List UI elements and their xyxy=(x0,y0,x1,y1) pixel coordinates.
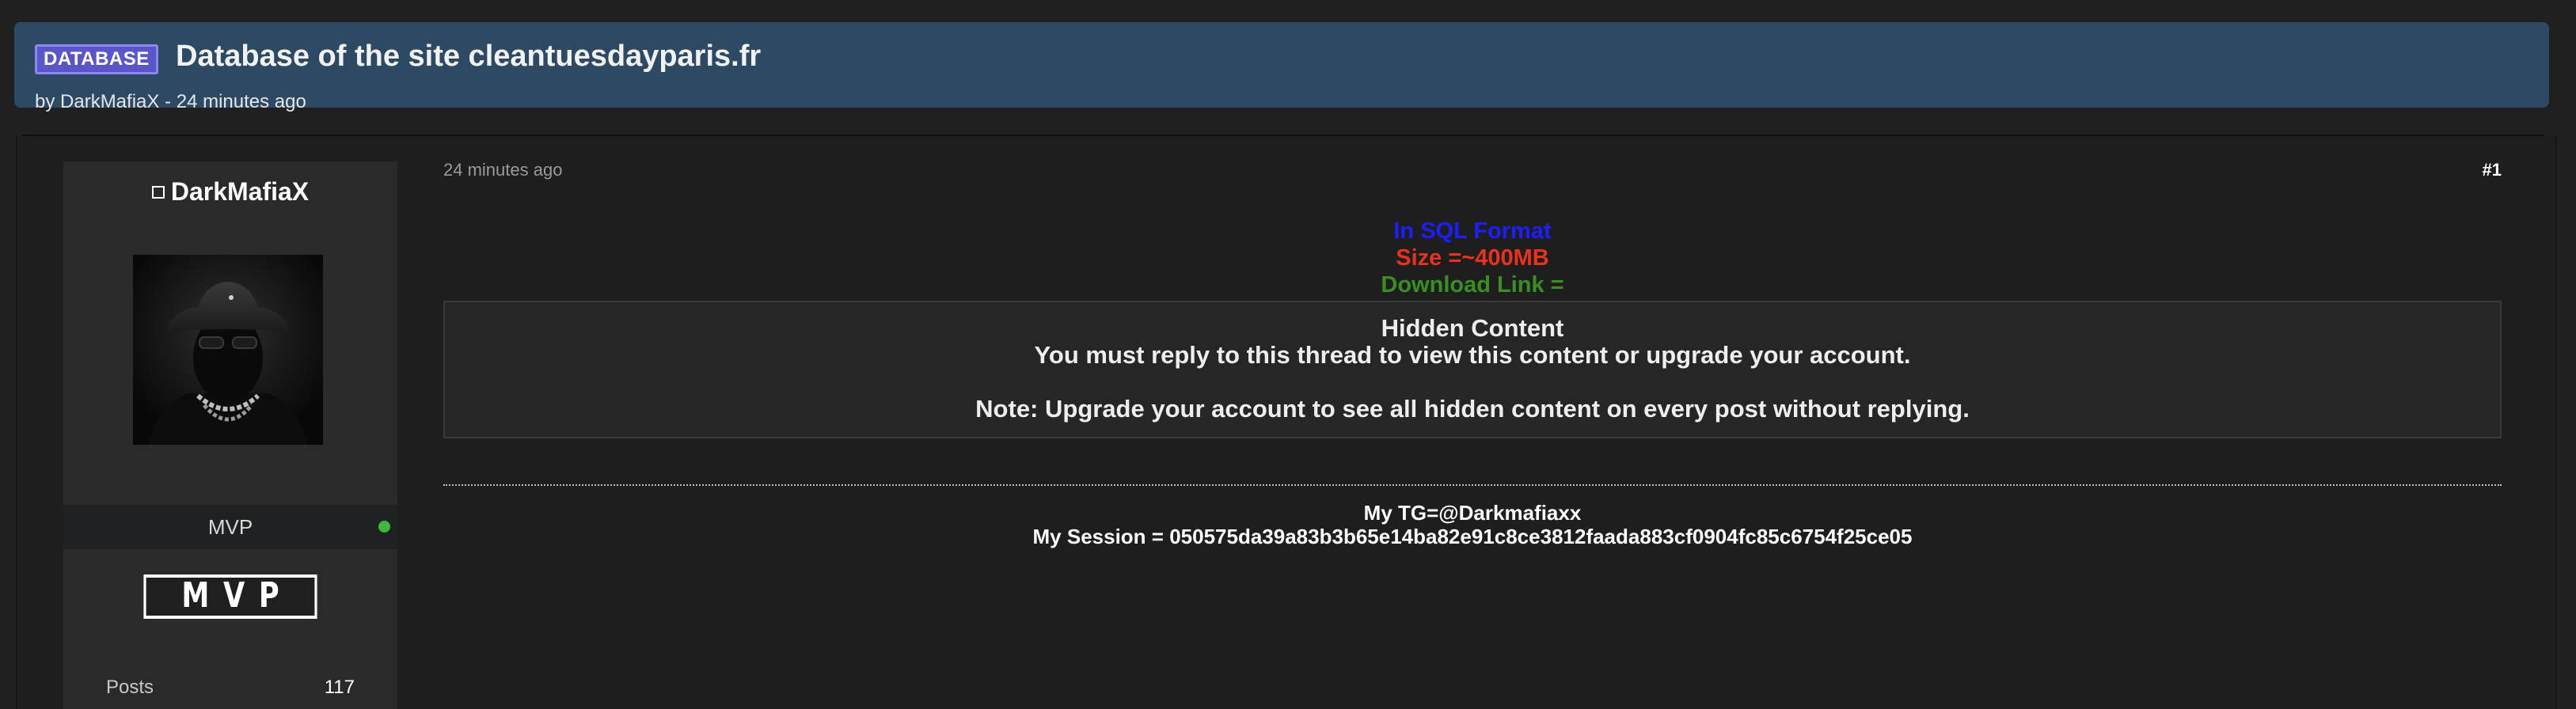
thread-header: DATABASE Database of the site cleantuesd… xyxy=(14,22,2549,112)
username-text: DarkMafiaX xyxy=(170,177,310,206)
thread-title: Database of the site cleantuesdayparis.f… xyxy=(176,40,762,73)
hidden-content-box: Hidden Content You must reply to this th… xyxy=(443,301,2502,438)
format-line: In SQL Format xyxy=(1393,218,1552,244)
prefix-badge[interactable]: DATABASE xyxy=(35,44,158,74)
download-line: Download Link = xyxy=(1381,272,1564,298)
stat-label: Posts xyxy=(106,677,154,698)
post-timestamp[interactable]: 24 minutes ago xyxy=(443,158,562,182)
online-dot-icon xyxy=(378,521,390,533)
user-sidebar: DarkMafiaX MVP MVP Posts 117 xyxy=(63,161,397,709)
square-icon xyxy=(151,186,165,199)
avatar[interactable] xyxy=(133,255,323,445)
byline-prefix: by xyxy=(35,91,61,112)
signature-session: My Session = 050575da39a83b3b65e14ba82e9… xyxy=(1032,525,1913,548)
signature-telegram: My TG=@Darkmafiaxx xyxy=(1363,501,1582,525)
byline-author-link[interactable]: DarkMafiaX xyxy=(60,91,159,112)
byline-time: 24 minutes ago xyxy=(176,91,306,112)
size-line: Size =~400MB xyxy=(1396,245,1549,271)
rank-row: MVP xyxy=(63,505,397,549)
hidden-content-title: Hidden Content xyxy=(1381,314,1564,342)
stat-value: 117 xyxy=(324,677,355,698)
signature-divider xyxy=(443,484,2502,486)
username-link[interactable]: DarkMafiaX xyxy=(63,176,397,207)
rank-banner: MVP xyxy=(143,574,317,619)
hidden-content-message: You must reply to this thread to view th… xyxy=(1034,341,1911,369)
hidden-content-note: Note: Upgrade your account to see all hi… xyxy=(975,395,1970,423)
stat-row-posts: Posts 117 xyxy=(106,674,355,701)
post-number-link[interactable]: #1 xyxy=(2483,158,2502,182)
thread-byline: by DarkMafiaX - 24 minutes ago xyxy=(35,90,306,114)
rank-label: MVP xyxy=(207,515,253,539)
masked-person-avatar-icon xyxy=(133,255,323,445)
byline-separator: - xyxy=(159,91,177,112)
